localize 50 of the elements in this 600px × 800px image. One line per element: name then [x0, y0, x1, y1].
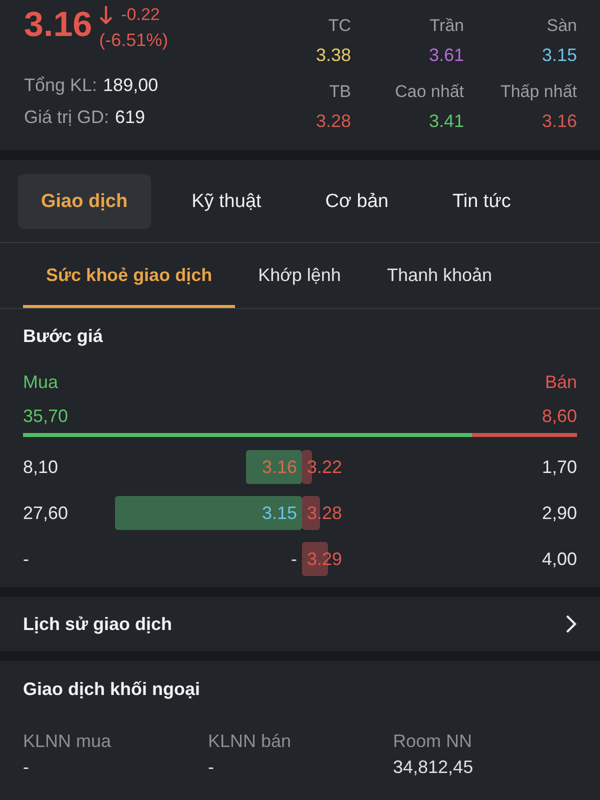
- sell-total: 8,60: [542, 405, 577, 428]
- stat-label: KLNN bán: [208, 730, 292, 753]
- tab[interactable]: Kỹ thuật: [168, 174, 284, 229]
- tab[interactable]: Tin tức: [429, 174, 534, 229]
- reference-label: Thấp nhất: [500, 81, 577, 103]
- sub-tab[interactable]: Khớp lệnh: [235, 243, 364, 308]
- section-title: Bước giá: [23, 325, 104, 348]
- buy-label: Mua: [23, 371, 58, 394]
- stat-value: 619: [115, 106, 146, 129]
- reference-label: TC: [328, 15, 351, 37]
- reference-label: TB: [329, 81, 351, 103]
- reference-value: 3.38: [316, 44, 351, 67]
- bid-volume: 27,60: [23, 502, 68, 524]
- price-change: -0.22: [121, 4, 160, 26]
- bid-volume: 8,10: [23, 456, 58, 478]
- reference-value: 3.28: [316, 110, 351, 133]
- stat-value: 34,812,45: [393, 756, 474, 779]
- tab[interactable]: Cơ bản: [302, 174, 412, 229]
- bid-price: 3.16: [262, 456, 297, 478]
- reference-label: Cao nhất: [395, 81, 464, 103]
- percent-change: (-6.51%): [99, 29, 168, 52]
- sell-label: Bán: [544, 371, 577, 394]
- section-title: Giao dịch khối ngoại: [23, 678, 202, 701]
- ask-volume: 1,70: [542, 456, 577, 478]
- stat-label: Room NN: [393, 730, 472, 753]
- bid-price: -: [291, 548, 297, 570]
- chevron-right-icon: [565, 614, 577, 634]
- reference-value: 3.41: [428, 110, 464, 133]
- stat-label: Giá trị GD:: [24, 106, 110, 129]
- tab[interactable]: Giao dịch: [18, 174, 151, 229]
- reference-value: 3.16: [542, 110, 577, 133]
- stat-value: -: [208, 756, 214, 779]
- reference-value: 3.15: [542, 44, 577, 67]
- buy-total: 35,70: [23, 405, 68, 428]
- reference-value: 3.61: [428, 44, 464, 67]
- stat-label: KLNN mua: [23, 730, 112, 753]
- stat-value: 189,00: [103, 74, 158, 97]
- stat-value: -: [23, 756, 29, 779]
- sub-tab[interactable]: Thanh khoản: [364, 243, 516, 308]
- bid-price: 3.15: [262, 502, 297, 524]
- reference-label: Sàn: [546, 15, 577, 37]
- stat-label: Tổng KL:: [24, 74, 98, 97]
- reference-label: Trần: [430, 15, 464, 37]
- ask-price: 3.22: [307, 456, 342, 478]
- ask-volume: 4,00: [542, 548, 577, 570]
- ask-price: 3.28: [307, 502, 342, 524]
- sub-tab[interactable]: Sức khoẻ giao dịch: [23, 243, 236, 308]
- ask-volume: 2,90: [542, 502, 577, 524]
- bid-volume: -: [23, 548, 29, 570]
- last-price: 3.16: [24, 4, 92, 46]
